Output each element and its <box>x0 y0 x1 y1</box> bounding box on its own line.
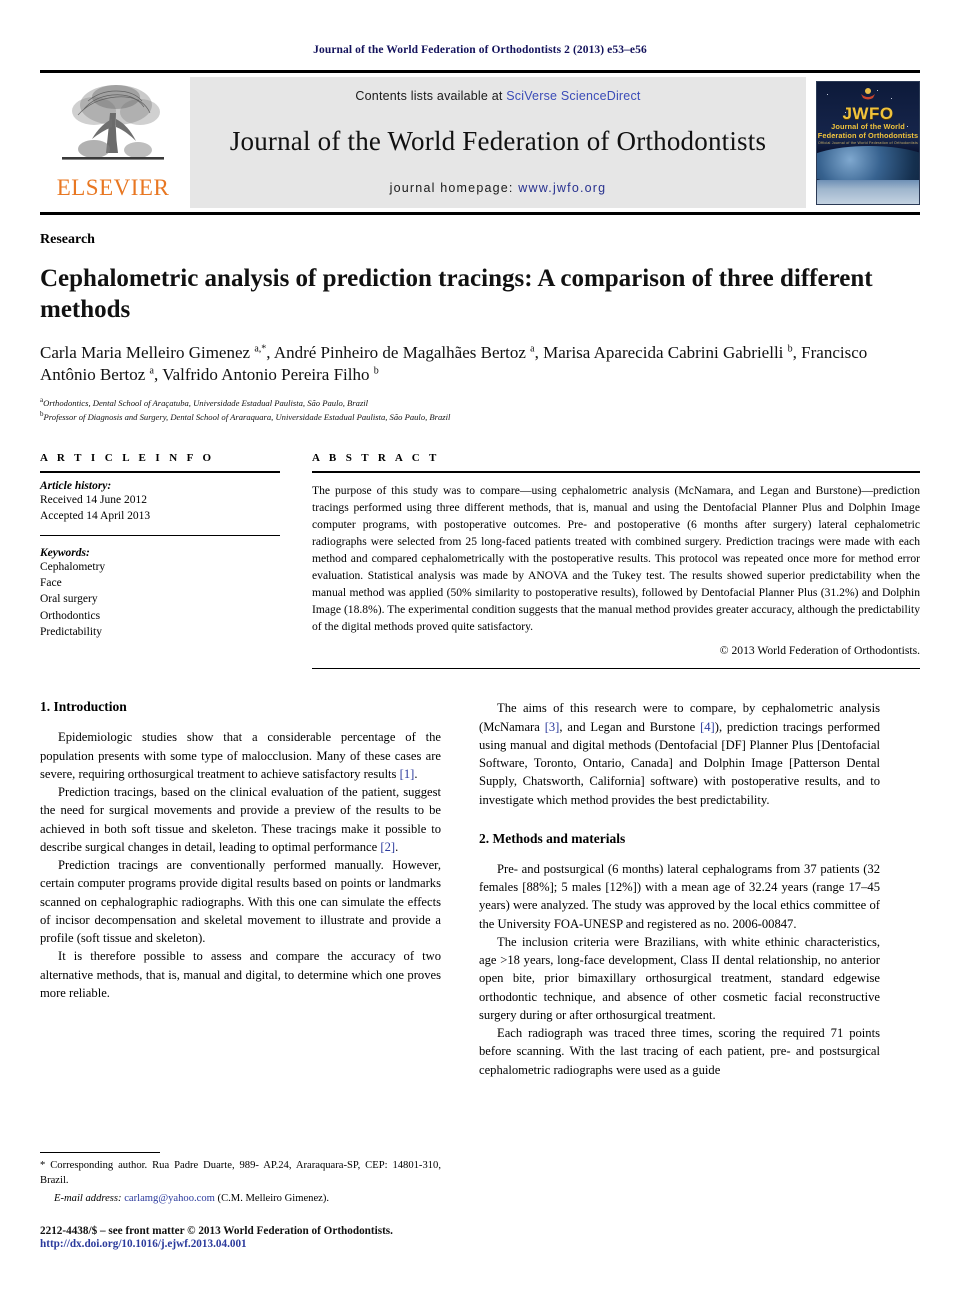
heading-methods-and-materials: 2. Methods and materials <box>479 830 626 846</box>
divider <box>312 471 920 474</box>
journal-title: Journal of the World Federation of Ortho… <box>229 126 767 157</box>
cover-horizon-graphic <box>817 179 919 204</box>
footer-doi-link[interactable]: http://dx.doi.org/10.1016/j.ejwf.2013.04… <box>40 1238 441 1250</box>
journal-band: Contents lists available at SciVerse Sci… <box>190 77 806 208</box>
email-label: E-mail address: <box>54 1192 125 1204</box>
citation-ref[interactable]: [4] <box>700 720 715 734</box>
abstract-column: A B S T R A C T The purpose of this stud… <box>312 452 920 670</box>
journal-homepage-line: journal homepage: www.jwfo.org <box>390 181 607 195</box>
article-info-label: A R T I C L E I N F O <box>40 452 215 465</box>
paragraph: Prediction tracings, based on the clinic… <box>40 783 441 856</box>
info-abstract-region: A R T I C L E I N F O Article history: R… <box>40 452 920 670</box>
heading-introduction: 1. Introduction <box>40 699 127 715</box>
contents-prefix: Contents lists available at <box>355 89 507 103</box>
keyword-item: Face <box>40 577 62 590</box>
citation-ref[interactable]: [3] <box>545 720 560 734</box>
paragraph: Each radiograph was traced three times, … <box>479 1026 880 1077</box>
email-note: E-mail address: carlamg@yahoo.com (C.M. … <box>40 1191 441 1206</box>
divider <box>40 471 280 474</box>
keyword-item: Oral surgery <box>40 593 98 606</box>
cover-subtitle-line1: Journal of the World <box>831 121 905 131</box>
paragraph-text: , and Legan and Burstone <box>559 719 701 734</box>
paragraph: Pre- and postsurgical (6 months) lateral… <box>479 861 880 931</box>
keyword-item: Cephalometry <box>40 560 106 573</box>
abstract-copyright: © 2013 World Federation of Orthodontists… <box>719 644 920 658</box>
citation-ref[interactable]: [1] <box>400 767 415 781</box>
abstract-label: A B S T R A C T <box>312 452 440 465</box>
article-section-type: Research <box>40 232 95 247</box>
keywords-title: Keywords: <box>40 546 90 559</box>
corresponding-author-note: * Corresponding author. Rua Padre Duarte… <box>40 1159 441 1186</box>
paragraph: Prediction tracings are conventionally p… <box>40 858 441 946</box>
wfo-emblem-icon <box>861 87 875 99</box>
article-body: 1. Introduction Epidemiologic studies sh… <box>40 699 920 1079</box>
footer-block: 2212-4438/$ – see front matter © 2013 Wo… <box>40 1225 441 1250</box>
abstract-text: The purpose of this study was to compare… <box>312 484 920 634</box>
body-column-left: 1. Introduction Epidemiologic studies sh… <box>40 699 441 1079</box>
keyword-item: Orthodontics <box>40 609 101 622</box>
keywords-block: Keywords: Cephalometry Face Oral surgery… <box>40 547 280 641</box>
paragraph-text: . <box>414 766 418 781</box>
affiliation-text: Orthodontics, Dental School of Araçatuba… <box>43 397 369 408</box>
elsevier-wordmark: ELSEVIER <box>56 175 170 200</box>
running-head: Journal of the World Federation of Ortho… <box>313 44 647 56</box>
citation-ref[interactable]: [2] <box>380 840 395 854</box>
affiliation-item: bProfessor of Diagnosis and Surgery, Den… <box>40 409 920 424</box>
email-owner: (C.M. Melleiro Gimenez). <box>214 1192 330 1204</box>
footnote-area: * Corresponding author. Rua Padre Duarte… <box>40 1151 441 1250</box>
cover-fineprint: Official Journal of the World Federation… <box>818 140 918 145</box>
footer-issn-line: 2212-4438/$ – see front matter © 2013 Wo… <box>40 1225 393 1237</box>
elsevier-tree-icon <box>62 85 164 160</box>
article-history-accepted: Accepted 14 April 2013 <box>40 510 151 523</box>
homepage-prefix: journal homepage: <box>389 181 519 195</box>
journal-homepage-link[interactable]: www.jwfo.org <box>518 181 606 195</box>
journal-masthead: ELSEVIER Contents lists available at Sci… <box>40 70 920 215</box>
sciencedirect-link[interactable]: SciVerse ScienceDirect <box>506 89 640 103</box>
cover-acronym: JWFO <box>842 103 894 123</box>
divider <box>40 534 280 536</box>
keyword-item: Predictability <box>40 626 102 639</box>
article-info-column: A R T I C L E I N F O Article history: R… <box>40 452 280 669</box>
divider <box>312 668 920 670</box>
author-list: Carla Maria Melleiro Gimenez a,*, André … <box>40 342 868 385</box>
journal-article-page: Journal of the World Federation of Ortho… <box>0 0 960 1290</box>
paragraph: It is therefore possible to assess and c… <box>40 949 441 1000</box>
affiliation-text: Professor of Diagnosis and Surgery, Dent… <box>43 412 451 423</box>
paragraph: The inclusion criteria were Brazilians, … <box>479 934 880 1022</box>
article-history-received: Received 14 June 2012 <box>40 494 147 507</box>
email-link[interactable]: carlamg@yahoo.com <box>124 1193 215 1204</box>
paragraph-text: . <box>395 839 399 854</box>
cover-subtitle-line2: Federation of Orthodontists <box>817 130 919 140</box>
page-title: Cephalometric analysis of prediction tra… <box>40 265 873 323</box>
affiliation-list: aOrthodontics, Dental School of Araçatub… <box>40 395 920 425</box>
article-history-title: Article history: <box>40 480 112 493</box>
journal-cover-thumbnail: JWFO Journal of the World Federation of … <box>816 80 920 205</box>
paragraph: The aims of this research were to compar… <box>479 699 880 809</box>
footnote-divider <box>40 1151 160 1153</box>
paragraph-text: Epidemiologic studies show that a consid… <box>40 730 441 781</box>
affiliation-item: aOrthodontics, Dental School of Araçatub… <box>40 395 920 410</box>
elsevier-logo: ELSEVIER <box>40 77 186 208</box>
contents-available-line: Contents lists available at SciVerse Sci… <box>355 89 640 103</box>
paragraph: Epidemiologic studies show that a consid… <box>40 728 441 783</box>
body-column-right: The aims of this research were to compar… <box>479 699 880 1079</box>
